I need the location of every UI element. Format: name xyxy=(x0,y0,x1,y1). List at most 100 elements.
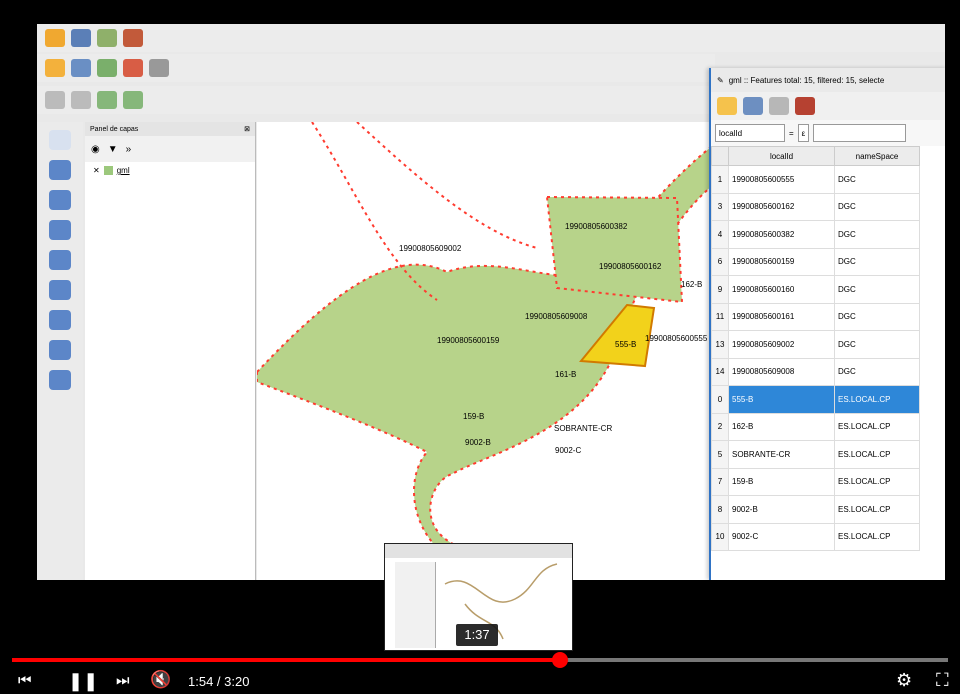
add-feature-icon[interactable] xyxy=(97,59,117,77)
localid-cell[interactable]: 19900805609008 xyxy=(728,357,835,386)
namespace-cell[interactable]: DGC xyxy=(834,192,920,221)
edit-mode-icon[interactable] xyxy=(717,97,737,115)
row-number[interactable]: 13 xyxy=(711,330,729,359)
row-number[interactable]: 4 xyxy=(711,220,729,249)
visibility-checkbox[interactable]: ✕ xyxy=(93,166,100,175)
pause-icon[interactable]: ❚❚ xyxy=(68,671,98,692)
row-number[interactable]: 3 xyxy=(711,192,729,221)
table-row[interactable]: 4 19900805600382 DGC xyxy=(711,220,920,249)
expression-button[interactable]: ε xyxy=(797,124,810,142)
save-project-icon[interactable] xyxy=(71,29,91,47)
row-number[interactable]: 10 xyxy=(711,522,729,551)
table-row[interactable]: 3 19900805600162 DGC xyxy=(711,192,920,221)
row-number[interactable]: 0 xyxy=(711,385,729,414)
cut-icon[interactable] xyxy=(149,59,169,77)
add-wfs-icon[interactable] xyxy=(49,310,71,330)
table-row[interactable]: 13 19900805609002 DGC xyxy=(711,330,920,359)
add-delimited-icon[interactable] xyxy=(49,340,71,360)
collapse-icon[interactable]: » xyxy=(126,144,132,155)
localid-cell[interactable]: 19900805600160 xyxy=(728,275,835,304)
progress-knob[interactable] xyxy=(551,652,568,668)
namespace-cell[interactable]: DGC xyxy=(834,357,920,386)
row-number[interactable]: 14 xyxy=(711,357,729,386)
map-svg[interactable] xyxy=(256,121,718,580)
namespace-cell[interactable]: ES.LOCAL.CP xyxy=(834,385,920,414)
row-number[interactable]: 5 xyxy=(711,440,729,469)
namespace-cell[interactable]: DGC xyxy=(834,275,920,304)
localid-cell[interactable]: 19900805600382 xyxy=(728,220,835,249)
table-row[interactable]: 6 19900805600159 DGC xyxy=(711,247,920,276)
delete-selected-icon[interactable] xyxy=(795,97,815,115)
row-number[interactable]: 8 xyxy=(711,495,729,524)
progress-bar[interactable] xyxy=(12,652,948,668)
namespace-cell[interactable]: DGC xyxy=(834,247,920,276)
column-header-namespace[interactable]: nameSpace xyxy=(834,146,920,166)
save-edits-icon[interactable] xyxy=(743,97,763,115)
row-number[interactable]: 11 xyxy=(711,302,729,331)
namespace-cell[interactable]: DGC xyxy=(834,220,920,249)
map-canvas[interactable]: 19900805609002 19900805600382 1990080560… xyxy=(256,121,718,580)
manage-visibility-icon[interactable]: ◉ xyxy=(91,144,100,155)
table-row[interactable]: 8 9002-B ES.LOCAL.CP xyxy=(711,495,920,524)
table-row[interactable]: 14 19900805609008 DGC xyxy=(711,357,920,386)
table-row[interactable]: 1 19900805600555 DGC xyxy=(711,165,920,194)
table-row[interactable]: 11 19900805600161 DGC xyxy=(711,302,920,331)
delete-icon[interactable] xyxy=(123,59,143,77)
digitize-icon[interactable] xyxy=(45,59,65,77)
table-row[interactable]: 5 SOBRANTE-CR ES.LOCAL.CP xyxy=(711,440,920,469)
previous-icon[interactable]: ⏮ xyxy=(18,672,32,689)
namespace-cell[interactable]: ES.LOCAL.CP xyxy=(834,440,920,469)
fullscreen-icon[interactable]: ⛶ xyxy=(936,670,949,691)
row-number[interactable]: 6 xyxy=(711,247,729,276)
expression-input[interactable] xyxy=(813,124,907,142)
reload-icon[interactable] xyxy=(769,97,789,115)
undo-icon[interactable] xyxy=(45,91,65,109)
add-spatialite-icon[interactable] xyxy=(49,220,71,240)
column-header-localid[interactable]: localId xyxy=(728,146,835,166)
localid-cell[interactable]: 9002-B xyxy=(728,495,835,524)
toggle-edit-icon[interactable] xyxy=(71,59,91,77)
table-row[interactable]: 10 9002-C ES.LOCAL.CP xyxy=(711,522,920,551)
row-number[interactable]: 7 xyxy=(711,467,729,496)
row-number[interactable]: 9 xyxy=(711,275,729,304)
add-raster-icon[interactable] xyxy=(49,160,71,180)
namespace-cell[interactable]: DGC xyxy=(834,330,920,359)
localid-cell[interactable]: 162-B xyxy=(728,412,835,441)
namespace-cell[interactable]: ES.LOCAL.CP xyxy=(834,495,920,524)
localid-cell[interactable]: 19900805609002 xyxy=(728,330,835,359)
namespace-cell[interactable]: ES.LOCAL.CP xyxy=(834,467,920,496)
close-icon[interactable]: ⊠ xyxy=(244,125,250,133)
namespace-cell[interactable]: DGC xyxy=(834,302,920,331)
table-row[interactable]: 0 555-B ES.LOCAL.CP xyxy=(711,385,920,414)
table-row[interactable]: 2 162-B ES.LOCAL.CP xyxy=(711,412,920,441)
localid-cell[interactable]: 159-B xyxy=(728,467,835,496)
edit-tool-icon[interactable] xyxy=(123,29,143,47)
add-vector-icon[interactable] xyxy=(49,130,71,150)
settings-icon[interactable]: ⚙ xyxy=(896,670,912,691)
row-number[interactable]: 1 xyxy=(711,165,729,194)
layer-item-gml[interactable]: ✕ gml xyxy=(85,162,255,179)
new-layer-icon[interactable] xyxy=(49,370,71,390)
layer-tool-icon[interactable] xyxy=(97,29,117,47)
new-project-icon[interactable] xyxy=(45,29,65,47)
localid-cell[interactable]: 19900805600159 xyxy=(728,247,835,276)
localid-cell[interactable]: SOBRANTE-CR xyxy=(728,440,835,469)
advanced-digitize-icon[interactable] xyxy=(97,91,117,109)
namespace-cell[interactable]: ES.LOCAL.CP xyxy=(834,522,920,551)
namespace-cell[interactable]: DGC xyxy=(834,165,920,194)
add-wms-icon[interactable] xyxy=(49,250,71,270)
reshape-icon[interactable] xyxy=(123,91,143,109)
namespace-cell[interactable]: ES.LOCAL.CP xyxy=(834,412,920,441)
localid-cell[interactable]: 9002-C xyxy=(728,522,835,551)
next-icon[interactable]: ⏭ xyxy=(116,672,130,689)
redo-icon[interactable] xyxy=(71,91,91,109)
mute-icon[interactable]: 🔇 xyxy=(150,670,171,690)
localid-cell[interactable]: 19900805600162 xyxy=(728,192,835,221)
localid-cell[interactable]: 19900805600555 xyxy=(728,165,835,194)
localid-cell[interactable]: 19900805600161 xyxy=(728,302,835,331)
filter-icon[interactable]: ▼ xyxy=(108,144,118,155)
table-row[interactable]: 9 19900805600160 DGC xyxy=(711,275,920,304)
table-row[interactable]: 7 159-B ES.LOCAL.CP xyxy=(711,467,920,496)
localid-cell[interactable]: 555-B xyxy=(728,385,835,414)
add-wcs-icon[interactable] xyxy=(49,280,71,300)
